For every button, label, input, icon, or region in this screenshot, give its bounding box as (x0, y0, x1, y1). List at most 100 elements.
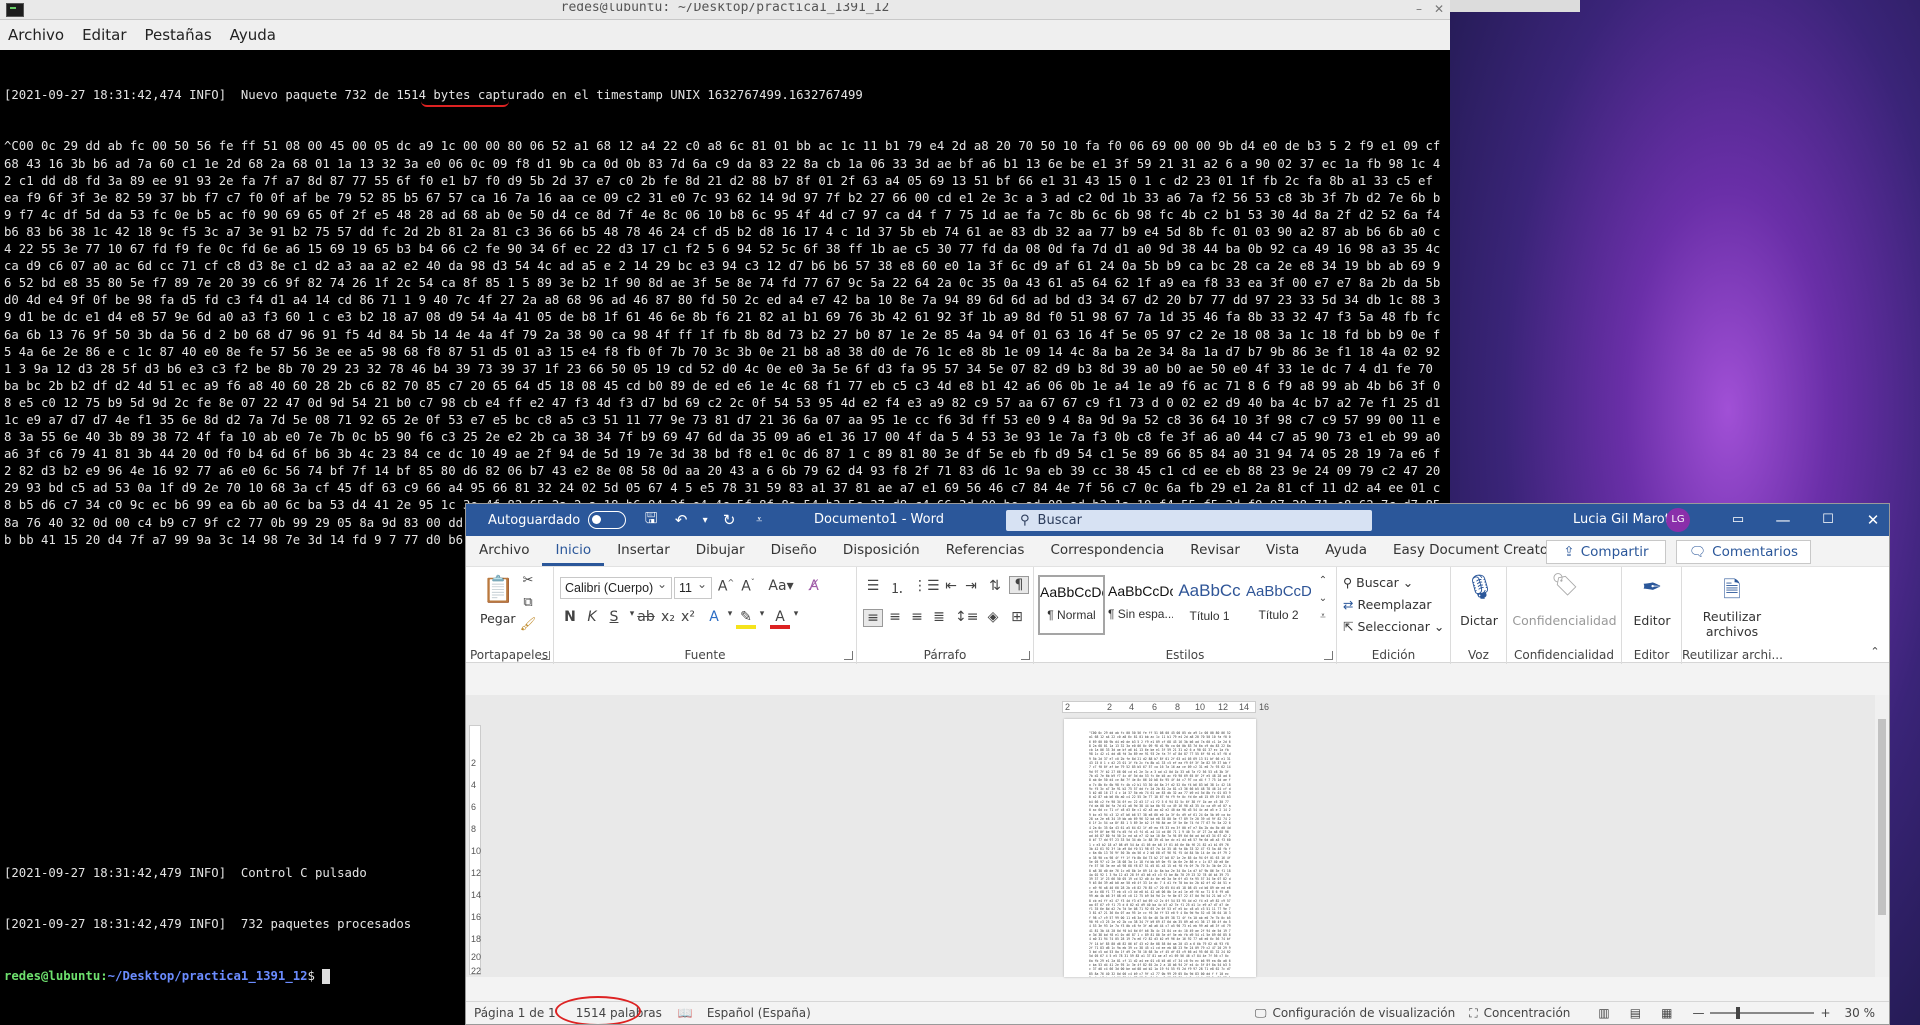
shell-prompt[interactable]: redes@lubuntu:~/Desktop/practica1_1391_1… (4, 968, 411, 985)
display-settings[interactable]: Configuración de visualización (1272, 1006, 1455, 1020)
highlight-dropdown-icon[interactable]: ▾ (752, 609, 772, 619)
change-case-icon[interactable]: Aa▾ (766, 578, 796, 594)
justify-icon[interactable]: ≣ (929, 609, 949, 625)
tab-ayuda[interactable]: Ayuda (1312, 542, 1380, 566)
tab-dibujar[interactable]: Dibujar (683, 542, 758, 566)
font-launcher-icon[interactable] (844, 651, 853, 660)
comments-button[interactable]: 🗨 Comentarios (1676, 540, 1811, 564)
undo-icon[interactable]: ↶ (670, 511, 692, 529)
show-marks-icon[interactable]: ¶ (1009, 576, 1029, 594)
zoom-level[interactable]: 30 % (1845, 1006, 1876, 1020)
underline-icon[interactable]: S (604, 609, 624, 625)
styles-more-icon[interactable]: ⩡ (1316, 611, 1330, 622)
focus-mode[interactable]: Concentración (1484, 1006, 1571, 1020)
paragraph-launcher-icon[interactable] (1021, 651, 1030, 660)
grow-font-icon[interactable]: A^ (716, 578, 736, 595)
style-no-spacing[interactable]: AaBbCcDc ¶ Sin espa... (1107, 575, 1174, 635)
tab-referencias[interactable]: Referencias (933, 542, 1038, 566)
font-color-dropdown-icon[interactable]: ▾ (786, 609, 806, 619)
terminal-titlebar[interactable]: redes@lubuntu: ~/Desktop/practica1_1391_… (0, 0, 1450, 20)
tab-correspondencia[interactable]: Correspondencia (1037, 542, 1177, 566)
proofing-icon[interactable]: 📖 (678, 1006, 693, 1020)
align-right-icon[interactable]: ≡ (907, 609, 927, 625)
multilevel-list-icon[interactable]: ⋮☰ (913, 578, 940, 594)
minimize-icon[interactable]: — (1773, 510, 1793, 530)
tab-diseno[interactable]: Diseño (758, 542, 830, 566)
maximize-icon[interactable]: ☐ (1818, 510, 1838, 530)
styles-launcher-icon[interactable] (1324, 651, 1333, 660)
styles-scroll-down-icon[interactable]: ⌄ (1316, 593, 1330, 604)
decrease-indent-icon[interactable]: ⇤ (941, 578, 961, 594)
tab-insertar[interactable]: Insertar (604, 542, 683, 566)
style-normal[interactable]: AaBbCcDc ¶ Normal (1038, 575, 1105, 635)
clear-format-icon[interactable]: A̸ (804, 578, 824, 594)
styles-scroll-up-icon[interactable]: ⌃ (1316, 575, 1330, 586)
style-heading-2[interactable]: AaBbCcD Título 2 (1245, 575, 1312, 635)
clipboard-launcher-icon[interactable] (541, 651, 550, 660)
redo-icon[interactable]: ↻ (718, 511, 740, 529)
borders-icon[interactable]: ⊞ (1007, 609, 1027, 625)
display-settings-icon[interactable]: 🖵 (1255, 1006, 1267, 1021)
scrollbar-thumb[interactable] (1878, 719, 1886, 915)
tab-vista[interactable]: Vista (1253, 542, 1312, 566)
paste-icon[interactable]: 📋 (482, 575, 514, 605)
minimize-icon[interactable]: – (1412, 2, 1426, 16)
font-size-combo[interactable]: 11 (674, 574, 712, 599)
tab-revisar[interactable]: Revisar (1177, 542, 1253, 566)
share-button[interactable]: ⇪ Compartir (1546, 540, 1666, 564)
subscript-icon[interactable]: x₂ (658, 609, 678, 625)
menu-pestanas[interactable]: Pestañas (145, 26, 212, 44)
menu-editar[interactable]: Editar (82, 26, 126, 44)
undo-dropdown-icon[interactable]: ▾ (700, 515, 710, 526)
avatar[interactable]: LG (1666, 508, 1690, 532)
superscript-icon[interactable]: x² (678, 609, 698, 625)
vertical-scrollbar[interactable] (1875, 695, 1889, 977)
menu-archivo[interactable]: Archivo (8, 26, 64, 44)
align-center-icon[interactable]: ≡ (885, 609, 905, 625)
font-name-combo[interactable]: Calibri (Cuerpo) (560, 574, 672, 599)
dictate-button[interactable]: Dictar (1451, 613, 1507, 628)
replace-button[interactable]: ⇄ Reemplazar (1343, 597, 1432, 612)
ribbon-display-icon[interactable]: ▭ (1728, 510, 1748, 530)
word-titlebar[interactable]: Autoguardado 🖫 ↶ ▾ ↻ ⩡ Documento1 - Word… (466, 504, 1889, 536)
page-count[interactable]: Página 1 de 1 (474, 1006, 556, 1020)
align-left-icon[interactable]: ≡ (863, 609, 883, 627)
focus-icon[interactable]: ⛶ (1469, 1006, 1477, 1021)
tab-easy-document-creator[interactable]: Easy Document Creator (1380, 542, 1567, 566)
cut-icon[interactable]: ✂ (518, 573, 538, 588)
autosave-toggle[interactable] (588, 511, 627, 529)
menu-ayuda[interactable]: Ayuda (230, 26, 276, 44)
bold-icon[interactable]: N (560, 609, 580, 625)
tab-archivo[interactable]: Archivo (466, 542, 542, 566)
web-layout-icon[interactable]: ▦ (1661, 1006, 1672, 1020)
search-box[interactable]: ⚲ Buscar (1006, 510, 1372, 531)
zoom-slider[interactable] (1710, 1007, 1815, 1019)
language-status[interactable]: Español (España) (707, 1006, 811, 1020)
zoom-slider-thumb[interactable] (1736, 1007, 1741, 1019)
sort-icon[interactable]: ⇅ (985, 578, 1005, 594)
find-button[interactable]: ⚲ Buscar ⌄ (1343, 575, 1413, 590)
print-layout-icon[interactable]: ▤ (1630, 1006, 1641, 1020)
shrink-font-icon[interactable]: Aˇ (738, 578, 758, 595)
numbering-icon[interactable]: ⒈ (887, 578, 907, 598)
read-mode-icon[interactable]: ▥ (1598, 1006, 1609, 1020)
bullets-icon[interactable]: ☰ (863, 578, 883, 594)
reuse-label-line1[interactable]: Reutilizar (1682, 609, 1782, 624)
editor-icon[interactable]: ✒ (1638, 573, 1666, 601)
zoom-in-icon[interactable]: + (1820, 1006, 1830, 1020)
reuse-label-line2[interactable]: archivos (1682, 624, 1782, 639)
select-button[interactable]: ⇱ Seleccionar ⌄ (1343, 619, 1444, 634)
document-area[interactable]: 2 2 4 6 8 10 12 14 16 2 4 6 8 10 12 14 1… (466, 695, 1889, 977)
italic-icon[interactable]: K (582, 609, 602, 625)
close-icon[interactable]: ✕ (1432, 2, 1446, 16)
reuse-files-icon[interactable]: 🗎 (1718, 573, 1746, 611)
user-name[interactable]: Lucia Gil Maroto (1573, 512, 1678, 527)
save-icon[interactable]: 🖫 (640, 508, 662, 533)
tab-disposicion[interactable]: Disposición (830, 542, 933, 566)
quick-access-dropdown-icon[interactable]: ⩡ (748, 513, 770, 527)
word-window[interactable]: Autoguardado 🖫 ↶ ▾ ↻ ⩡ Documento1 - Word… (465, 503, 1890, 1025)
line-spacing-icon[interactable]: ↕≡ (955, 609, 978, 625)
format-painter-icon[interactable]: 🖌 (518, 617, 538, 632)
close-icon[interactable]: ✕ (1863, 510, 1883, 530)
paste-button[interactable]: Pegar (480, 611, 516, 626)
